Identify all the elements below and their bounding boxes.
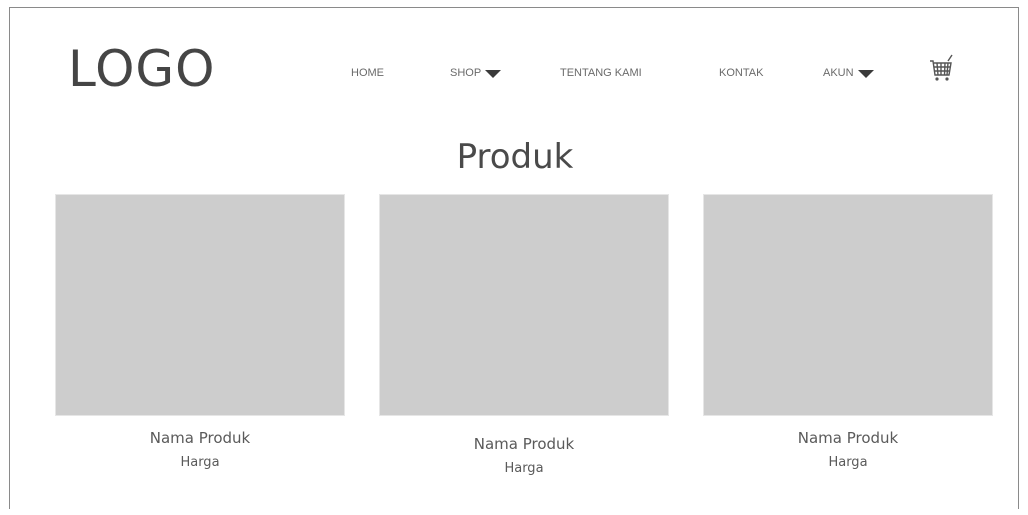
product-name[interactable]: Nama Produk <box>379 435 669 453</box>
page-frame: LOGO HOME SHOP TENTANG KAMI KONTAK AKUN … <box>9 7 1019 509</box>
chevron-down-icon <box>485 70 502 78</box>
page-title: Produk <box>456 137 574 177</box>
nav-tentang-kami[interactable]: TENTANG KAMI <box>560 68 642 79</box>
nav-kontak-label: KONTAK <box>719 67 764 79</box>
chevron-down-icon <box>857 70 874 78</box>
nav-home-label: HOME <box>351 67 384 79</box>
logo[interactable]: LOGO <box>68 44 216 94</box>
nav-home[interactable]: HOME <box>351 68 384 79</box>
product-card[interactable]: Nama Produk Harga <box>703 194 993 471</box>
nav-shop[interactable]: SHOP <box>450 67 502 79</box>
product-name[interactable]: Nama Produk <box>55 429 345 447</box>
product-image-placeholder[interactable] <box>55 194 345 416</box>
nav-tentang-kami-label: TENTANG KAMI <box>560 67 642 79</box>
product-image-placeholder[interactable] <box>379 194 669 416</box>
product-price: Harga <box>180 455 220 470</box>
nav-kontak[interactable]: KONTAK <box>719 68 763 79</box>
product-image-placeholder[interactable] <box>703 194 993 416</box>
nav-shop-label: SHOP <box>450 67 482 79</box>
product-name[interactable]: Nama Produk <box>703 429 993 447</box>
product-price: Harga <box>828 455 868 470</box>
product-card[interactable]: Nama Produk Harga <box>379 194 669 477</box>
cart-icon[interactable] <box>928 53 954 83</box>
nav-akun-label: AKUN <box>823 67 854 79</box>
nav-akun[interactable]: AKUN <box>823 68 874 79</box>
product-card[interactable]: Nama Produk Harga <box>55 194 345 471</box>
product-price: Harga <box>504 461 544 476</box>
